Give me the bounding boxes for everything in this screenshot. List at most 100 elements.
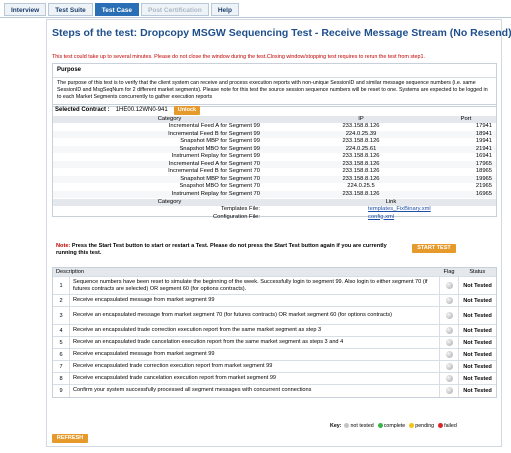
unlock-button[interactable]: Unlock	[173, 106, 201, 115]
legend-item-label: not tested	[350, 423, 374, 429]
connection-port: 19965	[436, 175, 496, 183]
links-table: Category Link Templates File: templates_…	[53, 199, 496, 221]
connection-category: Incremental Feed B for Segment 99	[53, 130, 286, 138]
table-row: 7 Receive encapsulated trade correction e…	[53, 360, 496, 373]
tab-bar: Interview Test Suite Test Case Post Cert…	[4, 3, 239, 17]
status-dot-icon	[445, 297, 453, 304]
table-row: 4 Receive an encapsulated trade correctio…	[53, 324, 496, 337]
table-row: Instrument Replay for Segment 70 233.158.…	[53, 190, 496, 198]
connection-port: 21941	[436, 145, 496, 153]
contract-value: 1HE00.12WN0-941	[115, 107, 168, 113]
step-status: Not Tested	[458, 336, 496, 349]
table-row: 1 Sequence numbers have been reset to sim…	[53, 276, 496, 295]
legend-item: not tested	[344, 423, 374, 429]
status-dot-icon	[445, 282, 453, 289]
status-dot-icon	[445, 387, 453, 395]
step-number: 1	[53, 276, 70, 295]
connection-category: Incremental Feed A for Segment 99	[168, 123, 260, 129]
status-dot-icon	[445, 312, 453, 319]
legend-item-label: failed	[444, 423, 457, 429]
status-dot-icon	[445, 363, 453, 370]
tab-test-case[interactable]: Test Case	[94, 3, 140, 16]
connection-category: Snapshot MBO for Segment 70	[179, 183, 260, 189]
table-row: 6 Receive encapsulated message from marke…	[53, 348, 496, 361]
column-header-link: Link	[286, 199, 496, 206]
column-header-category: Category	[53, 199, 286, 206]
step-description: Confirm your system successfully process…	[69, 384, 440, 397]
column-header-description: Description	[53, 268, 440, 277]
step-flag	[439, 348, 459, 361]
connection-port: 21965	[475, 183, 492, 189]
connection-ip: 233.158.8.126	[286, 190, 436, 198]
step-status: Not Tested	[458, 348, 496, 361]
step-description: Receive encapsulated message from market…	[69, 348, 440, 361]
connection-port: 16965	[436, 190, 496, 198]
templates-file-link[interactable]: templates_FixBinary.xml	[286, 206, 496, 214]
connection-port: 18965	[475, 168, 492, 174]
table-row: Incremental Feed A for Segment 99 233.158…	[53, 123, 496, 131]
connection-ip: 233.158.8.126	[342, 123, 380, 129]
table-row: Snapshot MBO for Segment 70 224.0.25.5 219…	[53, 183, 496, 191]
contract-panel: Selected Contract : 1HE00.12WN0-941 Unlo…	[52, 104, 497, 220]
start-test-button[interactable]: START TEST	[412, 244, 456, 253]
step-description: Receive encapsulated trade correction ex…	[69, 360, 440, 373]
config-file-link[interactable]: config.xml	[286, 214, 496, 222]
connection-port: 19941	[475, 138, 492, 144]
table-row: Templates File: templates_FixBinary.xml	[53, 206, 496, 214]
note-prefix: Note:	[56, 243, 71, 249]
step-flag	[439, 306, 459, 325]
tab-test-suite[interactable]: Test Suite	[48, 3, 93, 16]
purpose-text: The purpose of this test is to verify th…	[57, 80, 488, 100]
legend-dot-icon	[409, 423, 415, 429]
table-row: Snapshot MBP for Segment 70 233.158.8.126…	[53, 175, 496, 183]
connection-ip: 233.158.8.126	[342, 138, 380, 144]
column-header-flag: Flag	[439, 268, 459, 277]
step-description: Receive encapsulated message from market…	[69, 294, 440, 307]
connection-category: Incremental Feed B for Segment 70	[168, 168, 260, 174]
step-number: 4	[53, 324, 70, 337]
table-row: 8 Receive encapsulated trade cancelation …	[53, 372, 496, 385]
column-header-category: Category	[53, 116, 286, 123]
table-row: Incremental Feed A for Segment 70 233.158…	[53, 160, 496, 168]
status-dot-icon	[445, 339, 453, 346]
legend-item: failed	[438, 423, 457, 429]
link-category: Configuration File:	[212, 213, 260, 220]
tab-interview[interactable]: Interview	[4, 3, 47, 16]
table-row: 3 Receive an encapsulated message from ma…	[53, 306, 496, 325]
connection-ip: 224.0.25.39	[286, 130, 436, 138]
table-row: Instrument Replay for Segment 99 233.158.…	[53, 153, 496, 161]
connection-ip: 224.0.25.5	[347, 183, 375, 189]
table-row: 5 Receive an encapsulated trade cancelati…	[53, 336, 496, 349]
tab-divider	[0, 17, 511, 18]
connection-category: Instrument Replay for Segment 99	[171, 153, 260, 159]
purpose-heading: Purpose	[53, 64, 496, 78]
step-flag	[439, 294, 459, 307]
column-header-port: Port	[436, 116, 496, 123]
step-number: 9	[53, 384, 70, 397]
legend-item-label: complete	[383, 423, 406, 429]
connection-category: Incremental Feed A for Segment 70	[53, 160, 286, 168]
tab-help[interactable]: Help	[210, 3, 239, 16]
connection-ip: 233.158.8.126	[342, 168, 380, 174]
table-row: Incremental Feed B for Segment 99 224.0.2…	[53, 130, 496, 138]
step-number: 6	[53, 348, 70, 361]
status-dot-icon	[445, 327, 453, 334]
purpose-panel: Purpose The purpose of this test is to v…	[52, 63, 497, 107]
legend-item-label: pending	[415, 423, 435, 429]
step-flag	[439, 336, 459, 349]
refresh-button[interactable]: REFRESH	[52, 434, 88, 443]
status-legend: Key: not tested complete pending failed	[330, 423, 457, 429]
step-number: 8	[53, 372, 70, 385]
step-flag	[439, 324, 459, 337]
steps-panel: Description Flag Status 1 Sequence number…	[52, 267, 497, 398]
legend-dot-icon	[438, 423, 444, 429]
step-flag	[439, 360, 459, 373]
column-header-status: Status	[458, 268, 496, 277]
connection-category: Snapshot MBP for Segment 70	[53, 175, 286, 183]
connection-ip: 224.0.25.61	[286, 145, 436, 153]
step-description: Receive an encapsulated message from mar…	[69, 306, 440, 325]
contract-label: Selected Contract :	[55, 107, 110, 113]
legend-item: complete	[377, 423, 406, 429]
connection-category: Snapshot MBP for Segment 99	[180, 138, 260, 144]
legend-dot-icon	[377, 423, 383, 429]
